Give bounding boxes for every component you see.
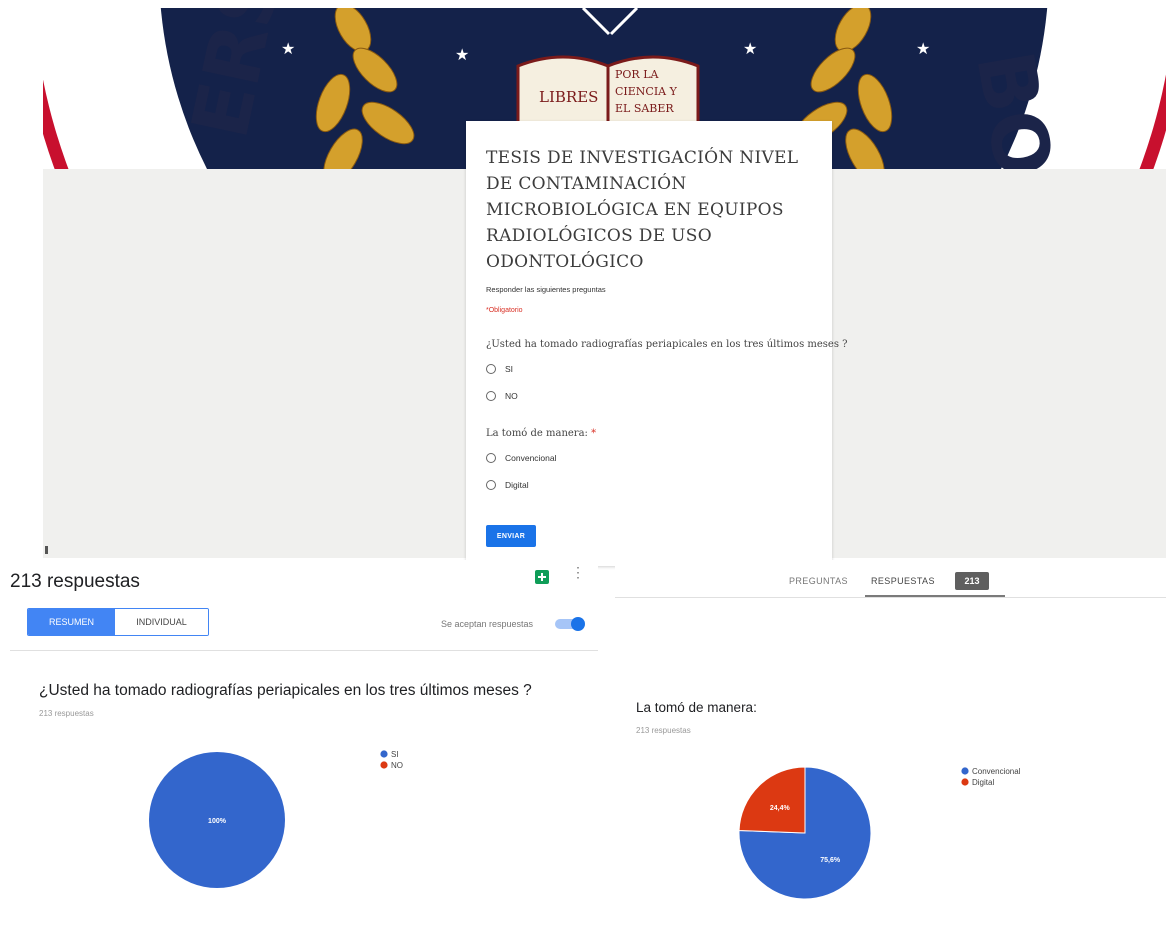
form-panel: ERS BO ★ ★ ★ ★ LIBRES POR LA CIENCIA Y E… xyxy=(43,8,1166,566)
option-label: Convencional xyxy=(505,453,557,463)
submit-button[interactable]: ENVIAR xyxy=(486,525,536,547)
option-label: SI xyxy=(505,364,514,374)
required-note: *Obligatorio xyxy=(486,307,523,314)
legend-label: Digital xyxy=(972,778,994,787)
radio-option-digital[interactable]: Digital xyxy=(486,477,529,493)
pie-data-label: 24,4% xyxy=(770,805,791,812)
radio-option-si[interactable]: SI xyxy=(486,361,513,377)
option-label: NO xyxy=(505,391,518,401)
question-1-text: ¿Usted ha tomado radiografías periapical… xyxy=(486,339,848,350)
legend-label: NO xyxy=(391,761,403,770)
star-icon: ★ xyxy=(743,39,757,58)
radio-button[interactable] xyxy=(486,480,496,490)
legend-label: Convencional xyxy=(972,767,1021,776)
question-2-text: La tomó de manera: xyxy=(486,428,588,439)
pie-chart-1: 100% SI NO xyxy=(149,750,403,888)
question-1-title: ¿Usted ha tomado radiografías periapical… xyxy=(486,339,848,350)
radio-option-convencional[interactable]: Convencional xyxy=(486,450,557,466)
responses-tabs-panel: PREGUNTAS RESPUESTAS 213 La tomó de mane… xyxy=(615,560,1166,931)
question-2-title: La tomó de manera: * xyxy=(486,428,596,439)
radio-button[interactable] xyxy=(486,391,496,401)
pie-chart-2: 75,6% 24,4% Convencional Digital xyxy=(738,766,1021,900)
pie-slice-digital xyxy=(738,766,806,834)
legend-swatch xyxy=(961,767,969,775)
legend-swatch xyxy=(380,750,388,758)
star-icon: ★ xyxy=(455,45,469,64)
pie-data-label: 75,6% xyxy=(820,857,841,864)
star-icon: ★ xyxy=(281,39,295,58)
option-label: Digital xyxy=(505,480,529,490)
book-left-text: LIBRES xyxy=(539,88,598,106)
radio-button[interactable] xyxy=(486,453,496,463)
form-description: Responder las siguientes preguntas xyxy=(486,285,606,294)
form-title: TESIS DE INVESTIGACIÓN NIVEL DE CONTAMIN… xyxy=(486,148,799,272)
legend-label: SI xyxy=(391,750,399,759)
pie-data-label: 100% xyxy=(208,818,227,825)
responses-summary-panel: 213 respuestas ⋮ RESUMEN INDIVIDUAL Se a… xyxy=(10,560,598,931)
book-right-line: POR LA xyxy=(615,68,660,81)
radio-option-no[interactable]: NO xyxy=(486,388,518,404)
cursor-marker xyxy=(45,546,48,554)
required-star: * xyxy=(591,428,597,439)
radio-button[interactable] xyxy=(486,364,496,374)
book-right-line: EL SABER xyxy=(615,102,674,115)
book-right-line: CIENCIA Y xyxy=(615,85,678,98)
legend-swatch xyxy=(380,761,388,769)
legend-swatch xyxy=(961,778,969,786)
form-card: TESIS DE INVESTIGACIÓN NIVEL DE CONTAMIN… xyxy=(466,121,848,566)
star-icon: ★ xyxy=(916,39,930,58)
